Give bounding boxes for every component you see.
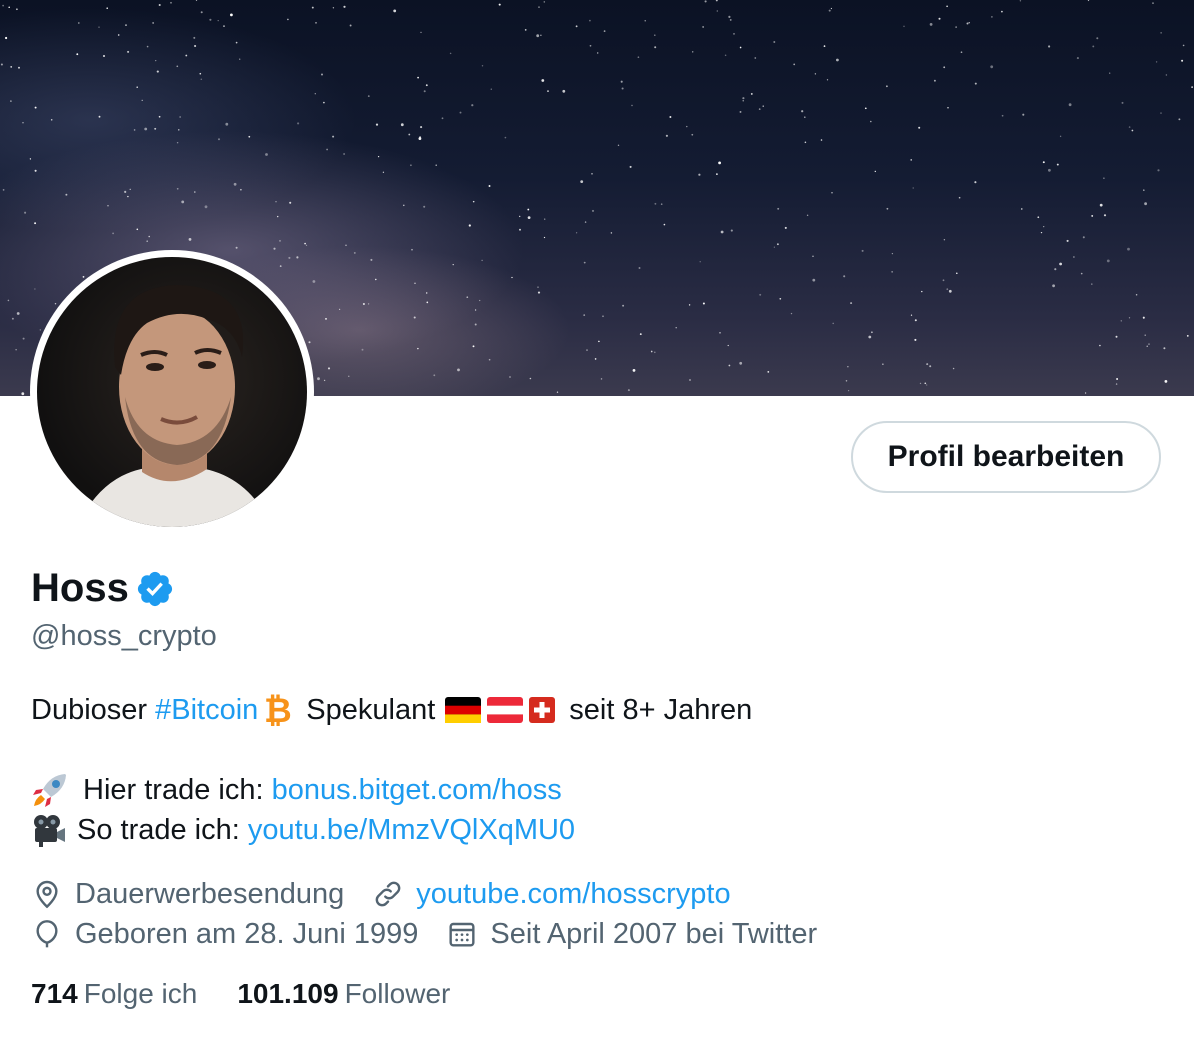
youtube-video-link[interactable]: youtu.be/MmzVQlXqMU0	[248, 810, 575, 850]
bitget-link[interactable]: bonus.bitget.com/hoss	[272, 770, 562, 810]
following-label: Folge ich	[83, 978, 198, 1009]
austria-flag-icon	[487, 697, 524, 723]
bio-text: So trade ich:	[77, 814, 248, 846]
joined-text: Seit April 2007 bei Twitter	[490, 917, 818, 950]
meta-row-2: Geboren am 28. Juni 1999 Seit April 2007…	[31, 914, 817, 954]
followers-link[interactable]: 101.109 Follower	[237, 978, 450, 1010]
bio-text: Dubioser	[31, 694, 156, 726]
calendar-icon	[449, 922, 475, 947]
bio-line-3: So trade ich: youtu.be/MmzVQlXqMU0	[31, 810, 752, 850]
profile-meta: Dauerwerbesendung youtube.com/hosscrypto…	[31, 874, 817, 954]
link-icon	[375, 881, 401, 907]
location-pin-icon	[36, 880, 58, 909]
bio-text: Spekulant	[306, 694, 436, 726]
avatar-photo	[37, 257, 307, 527]
germany-flag-icon	[445, 697, 482, 723]
display-name: Hoss	[31, 566, 129, 610]
bio: Dubioser #Bitcoin ₿ Spekulant seit 8+ Ja…	[31, 690, 752, 850]
handle: @hoss_crypto	[31, 620, 217, 652]
display-name-row: Hoss	[31, 566, 175, 611]
bio-line-2: Hier trade ich: bonus.bitget.com/hoss	[31, 770, 752, 810]
verified-badge-icon[interactable]	[135, 569, 175, 609]
avatar[interactable]	[30, 250, 314, 534]
location-text: Dauerwerbesendung	[75, 877, 345, 910]
meta-row-1: Dauerwerbesendung youtube.com/hosscrypto	[31, 874, 817, 914]
bitcoin-hashtag-link[interactable]: #Bitcoin	[155, 690, 258, 730]
bio-spacer	[31, 730, 752, 770]
website-link[interactable]: youtube.com/hosscrypto	[416, 878, 730, 911]
bio-text: Hier trade ich:	[83, 774, 272, 806]
followers-label: Follower	[344, 978, 451, 1009]
following-count: 714	[31, 978, 78, 1009]
bio-text: seit 8+ Jahren	[569, 694, 753, 726]
rocket-icon	[33, 774, 66, 807]
birthday-text: Geboren am 28. Juni 1999	[75, 917, 419, 950]
bitcoin-icon: ₿	[264, 693, 292, 727]
balloon-icon	[36, 920, 58, 948]
edit-profile-button[interactable]: Profil bearbeiten	[851, 421, 1161, 493]
bio-line-1: Dubioser #Bitcoin ₿ Spekulant seit 8+ Ja…	[31, 690, 752, 730]
switzerland-flag-icon	[529, 697, 556, 723]
svg-text:₿: ₿	[264, 693, 292, 727]
followers-count: 101.109	[237, 978, 339, 1009]
following-link[interactable]: 714 Folge ich	[31, 978, 197, 1010]
follow-stats: 714 Folge ich 101.109 Follower	[31, 978, 490, 1010]
movie-camera-icon	[34, 815, 65, 847]
